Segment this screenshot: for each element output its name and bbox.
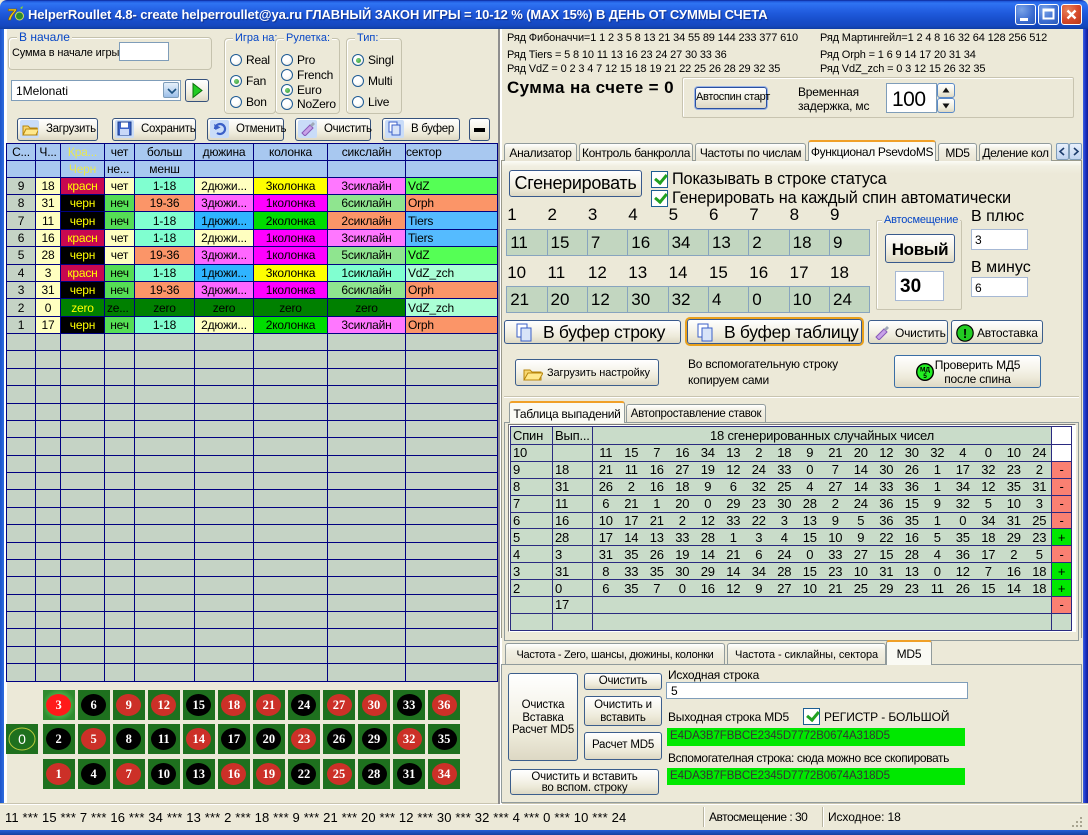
svg-text:0: 0 bbox=[18, 731, 26, 747]
svg-text:5: 5 bbox=[923, 373, 927, 380]
svg-text:!: ! bbox=[963, 326, 967, 341]
